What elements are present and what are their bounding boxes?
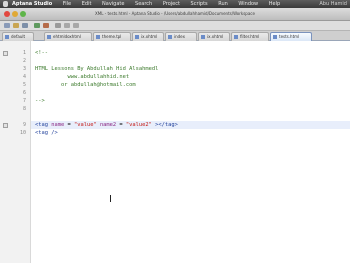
tab-label: ix.xhtml: [207, 34, 224, 39]
line-number: 3: [22, 66, 26, 72]
file-icon: [96, 35, 100, 39]
code-line: -->: [35, 97, 45, 105]
tab-label: theme.tpl: [102, 34, 122, 39]
fold-toggle-icon[interactable]: [3, 51, 8, 56]
file-icon: [5, 35, 9, 39]
code-line: or abdullah@hotmail.com: [35, 81, 136, 89]
line-number: 2: [22, 58, 26, 64]
menu-project[interactable]: Project: [163, 1, 180, 7]
code-token: www.abdullahhid.net: [35, 74, 130, 80]
line-number: 4: [22, 74, 26, 80]
tab-filter[interactable]: filter.html: [231, 32, 269, 41]
line-number: 8: [22, 106, 26, 112]
menu-search[interactable]: Search: [135, 1, 152, 7]
menu-run[interactable]: Run: [218, 1, 228, 7]
tab-ix-xhtml[interactable]: ix.xhtml: [132, 32, 164, 41]
menu-bar: Aptana Studio File Edit Navigate Search …: [0, 0, 350, 8]
new-file-icon[interactable]: [4, 23, 10, 28]
code-token: "value2": [125, 122, 152, 128]
debug-icon[interactable]: [43, 23, 49, 28]
back-icon[interactable]: [64, 23, 70, 28]
code-token: name: [51, 122, 65, 128]
file-icon: [234, 35, 238, 39]
open-folder-icon[interactable]: [13, 23, 19, 28]
line-number: 1: [22, 50, 26, 56]
line-number: 5: [22, 82, 26, 88]
tab-label: ehtmldoxhtml: [53, 34, 81, 39]
menu-items: Aptana Studio File Edit Navigate Search …: [12, 0, 289, 8]
code-token: -->: [35, 98, 45, 104]
tab-label: tests.html: [279, 34, 300, 39]
tab-label: default: [11, 34, 26, 39]
code-token: ></tag>: [151, 122, 178, 128]
editor-tab-strip: default ehtmldoxhtml theme.tpl ix.xhtml …: [0, 31, 350, 41]
window-titlebar: XML - tests.html - Aptana Studio - /User…: [0, 8, 350, 21]
code-token: name2: [99, 122, 117, 128]
tab-label: ix.xhtml: [141, 34, 158, 39]
menubar-user[interactable]: Abu Hamid: [319, 0, 347, 8]
fold-toggle-icon[interactable]: [3, 123, 8, 128]
line-number: 6: [22, 90, 26, 96]
file-icon: [47, 35, 51, 39]
tab-label: index: [174, 34, 185, 39]
menu-file[interactable]: File: [63, 1, 71, 7]
code-line: HTML Lessons By Abdullah Hid Alsahmedl: [35, 65, 158, 73]
window-title: XML - tests.html - Aptana Studio - /User…: [95, 11, 255, 16]
search-icon[interactable]: [55, 23, 61, 28]
apple-icon[interactable]: [3, 1, 8, 7]
code-token: =: [116, 122, 126, 128]
code-token: <tag: [35, 122, 52, 128]
code-token: HTML Lessons By Abdullah Hid Alsahmedl: [35, 66, 159, 72]
menu-navigate[interactable]: Navigate: [102, 1, 124, 7]
tab-ix-xhtml-2[interactable]: ix.xhtml: [198, 32, 230, 41]
forward-icon[interactable]: [73, 23, 79, 28]
code-token: or abdullah@hotmail.com: [35, 82, 136, 88]
tab-default[interactable]: default: [2, 32, 34, 41]
code-editor[interactable]: 1 2 3 4 5 6 7 8 9 10 <!-- HTML Lessons B…: [0, 41, 350, 263]
code-token: "value": [73, 122, 97, 128]
text-cursor: [110, 195, 111, 202]
code-token: <tag />: [35, 130, 58, 136]
menu-window[interactable]: Window: [238, 1, 258, 7]
line-number: 10: [19, 130, 26, 136]
menu-help[interactable]: Help: [269, 1, 280, 7]
code-line: <tag />: [35, 129, 58, 137]
tab-label: filter.html: [240, 34, 260, 39]
menu-edit[interactable]: Edit: [82, 1, 92, 7]
file-icon: [201, 35, 205, 39]
run-icon[interactable]: [34, 23, 40, 28]
tab-index[interactable]: index: [165, 32, 197, 41]
tab-theme[interactable]: theme.tpl: [93, 32, 131, 41]
code-line: <tag name = "value" name2 = "value2" ></…: [35, 121, 178, 129]
tab-ehtmldoxhtml[interactable]: ehtmldoxhtml: [44, 32, 92, 41]
line-number: 9: [22, 122, 26, 128]
file-icon: [168, 35, 172, 39]
save-icon[interactable]: [22, 23, 28, 28]
code-line: www.abdullahhid.net: [35, 73, 129, 81]
file-icon: [135, 35, 139, 39]
code-line: <!--: [35, 49, 48, 57]
menu-app-name[interactable]: Aptana Studio: [12, 1, 52, 7]
code-token: <!--: [35, 50, 48, 56]
line-number: 7: [22, 98, 26, 104]
tab-tests[interactable]: tests.html: [270, 32, 312, 41]
toolbar: [0, 21, 350, 31]
code-token: =: [64, 122, 74, 128]
menu-scripts[interactable]: Scripts: [191, 1, 208, 7]
file-icon: [273, 35, 277, 39]
